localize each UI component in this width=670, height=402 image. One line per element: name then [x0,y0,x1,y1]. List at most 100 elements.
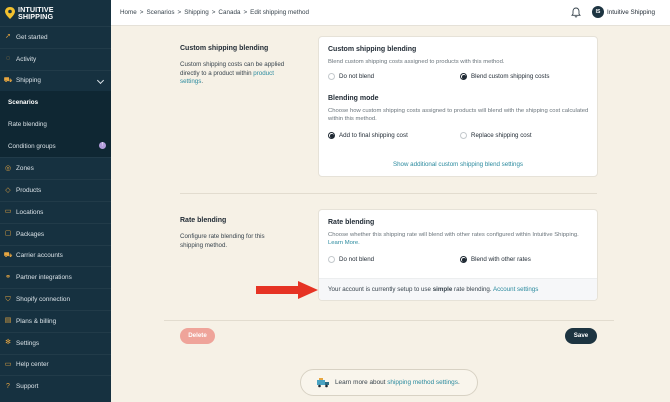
note-text: Your account is currently setup to use [328,286,431,293]
actions-divider [164,320,614,321]
sidebar-item-label: Plans & billing [16,317,57,325]
sidebar-subitem-rate-blending[interactable]: Rate blending [0,113,111,136]
radio-label: Do not blend [339,73,375,80]
breadcrumb-current: Edit shipping method [250,9,309,16]
sidebar-item-get-started[interactable]: ➚ Get started [0,26,111,48]
help-icon: ▭ [4,360,12,368]
sidebar-subitem-label: Condition groups [8,142,56,150]
sidebar-item-shipping[interactable]: ⛟ Shipping [0,69,111,92]
sidebar-subitem-label: Scenarios [8,98,39,106]
account-settings-link[interactable]: Account settings [493,286,538,293]
rate-blending-note: Your account is currently setup to use s… [319,278,597,300]
billing-icon: ▤ [4,317,12,325]
sidebar-subitem-label: Rate blending [8,120,47,128]
breadcrumb-separator: > [139,9,144,16]
sidebar-subitem-scenarios[interactable]: Scenarios [0,91,111,114]
rate-blending-desc-text: Choose whether this shipping rate will b… [328,232,579,238]
sidebar-item-partner-integrations[interactable]: ⚭ Partner integrations [0,266,111,288]
sidebar: INTUITIVE SHIPPING ➚ Get started ◌ Activ… [0,0,111,402]
chevron-down-icon [96,76,105,84]
rate-blending-card: Rate blending Choose whether this shippi… [318,209,598,301]
custom-blending-card-title: Custom shipping blending [328,46,417,53]
learn-more-prefix: Learn more about [335,379,386,386]
save-button[interactable]: Save [565,328,597,344]
sidebar-item-label: Support [16,383,39,391]
blending-mode-title: Blending mode [328,95,379,102]
learn-more-end: . [457,379,460,386]
radio-label: Replace shipping cost [471,132,532,139]
breadcrumb-separator: > [243,9,248,16]
blending-mode-desc: Choose how custom shipping costs assigne… [328,108,589,123]
sidebar-item-settings[interactable]: ✻ Settings [0,331,111,354]
sidebar-item-label: Partner integrations [16,274,72,282]
sidebar-item-locations[interactable]: ▭ Locations [0,200,111,223]
radio-label: Blend with other rates [471,256,531,263]
activity-icon: ◌ [5,55,11,63]
show-additional-settings-link[interactable]: Show additional custom shipping blend se… [319,161,597,168]
custom-blending-section-desc: Custom shipping costs can be applied dir… [180,61,290,87]
zones-icon: ◎ [4,164,12,172]
note-text-end: rate blending. [454,286,492,293]
sidebar-item-products[interactable]: ◇ Products [0,179,111,201]
section-divider [180,193,597,194]
breadcrumb-canada[interactable]: Canada [218,9,240,16]
rocket-icon: ➚ [5,33,11,41]
top-bar: Home > Scenarios > Shipping > Canada > E… [111,0,670,26]
breadcrumb-scenarios[interactable]: Scenarios [146,9,174,16]
radio-blend-custom-costs[interactable]: Blend custom shipping costs [460,73,549,80]
radio-add-to-final[interactable]: Add to final shipping cost [328,132,408,139]
learn-more-link[interactable]: Learn More. [328,240,360,246]
learn-more-text: Learn more about shipping method setting… [335,379,460,386]
radio-do-not-blend-custom[interactable]: Do not blend [328,73,374,80]
sidebar-item-label: Activity [16,55,37,63]
brand-name: INTUITIVE SHIPPING [18,5,54,20]
sidebar-item-shopify-connection[interactable]: ⛉ Shopify connection [0,288,111,310]
bell-icon[interactable] [571,7,581,18]
sidebar-item-label: Get started [16,33,48,41]
radio-checked-icon [460,73,467,80]
shopify-icon: ⛉ [5,295,11,303]
radio-replace-shipping-cost[interactable]: Replace shipping cost [460,132,532,139]
breadcrumb-home[interactable]: Home [120,9,137,16]
sidebar-item-zones[interactable]: ◎ Zones [0,157,111,179]
sidebar-item-label: Carrier accounts [16,252,63,260]
avatar[interactable]: IS [592,6,604,18]
products-icon: ◇ [5,186,11,194]
sidebar-item-label: Zones [16,165,34,173]
sidebar-item-packages[interactable]: ▢ Packages [0,222,111,245]
sidebar-item-support[interactable]: ? Support [0,375,111,397]
custom-blending-card-desc: Blend custom shipping costs assigned to … [328,59,505,65]
rate-blending-section-title: Rate blending [180,217,227,224]
breadcrumb-shipping[interactable]: Shipping [184,9,209,16]
carrier-icon: ⛟ [3,251,13,259]
sidebar-subitem-condition-groups[interactable]: Condition groups ! [0,135,111,158]
delivery-truck-icon [317,378,329,388]
sidebar-item-help-center[interactable]: ▭ Help center [0,353,111,376]
user-name[interactable]: Intuitive Shipping [607,9,655,16]
brand-logo[interactable]: INTUITIVE SHIPPING [0,0,111,26]
shipping-icon: ⛟ [3,76,13,84]
locations-icon: ▭ [4,208,12,216]
new-badge-icon: ! [99,142,106,150]
sidebar-item-label: Packages [16,230,45,238]
gear-icon: ✻ [5,339,11,347]
sidebar-item-carrier-accounts[interactable]: ⛟ Carrier accounts [0,244,111,267]
logo-icon [5,7,15,19]
radio-unchecked-icon [328,73,335,80]
breadcrumb: Home > Scenarios > Shipping > Canada > E… [120,9,309,16]
rate-blending-card-title: Rate blending [328,219,375,226]
radio-unchecked-icon [328,256,335,263]
rate-blending-section-desc: Configure rate blending for this shippin… [180,233,265,249]
learn-more-banner[interactable]: Learn more about shipping method setting… [300,369,478,396]
delete-button[interactable]: Delete [180,328,215,344]
sidebar-item-label: Help center [16,361,49,369]
sidebar-item-activity[interactable]: ◌ Activity [0,47,111,70]
sidebar-item-plans-billing[interactable]: ▤ Plans & billing [0,309,111,332]
shipping-method-settings-link[interactable]: shipping method settings [387,379,458,386]
note-bold-text: simple [432,286,453,293]
packages-icon: ▢ [4,230,12,238]
sidebar-item-label: Products [16,187,42,195]
radio-do-not-blend-rates[interactable]: Do not blend [328,256,374,263]
sidebar-item-label: Settings [16,339,40,347]
radio-blend-with-other-rates[interactable]: Blend with other rates [460,256,531,263]
